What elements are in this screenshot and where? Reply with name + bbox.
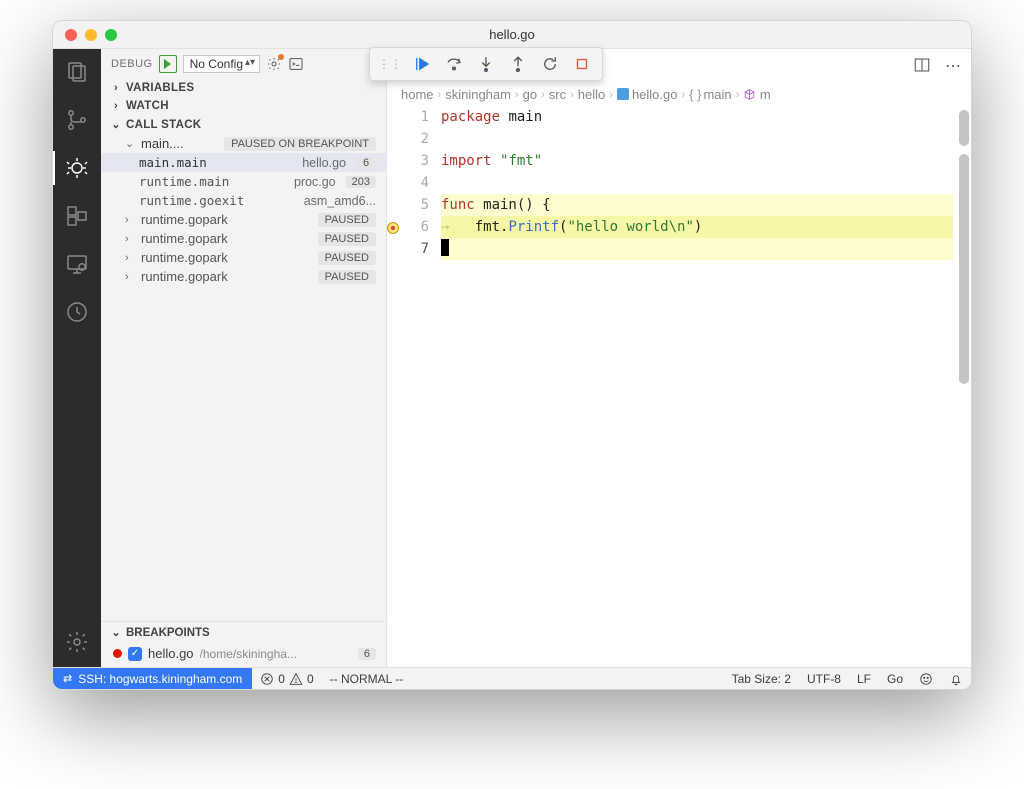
debug-title: DEBUG — [111, 58, 153, 70]
step-out-button[interactable] — [504, 52, 532, 76]
status-bar: ⇄ SSH: hogwarts.kiningham.com 0 0 -- NOR… — [53, 667, 971, 689]
debug-toolbar: ⋮⋮ — [369, 47, 603, 81]
callstack-goroutine[interactable]: ›runtime.goparkPAUSED — [101, 229, 386, 248]
split-editor-icon[interactable] — [913, 56, 931, 77]
source-control-icon[interactable] — [64, 107, 90, 133]
breadcrumb-segment[interactable]: hello.go — [617, 87, 678, 102]
notifications-icon[interactable] — [941, 672, 971, 686]
encoding-indicator[interactable]: UTF-8 — [799, 672, 849, 686]
variables-section-header[interactable]: ›VARIABLES — [101, 79, 386, 97]
explorer-icon[interactable] — [64, 59, 90, 85]
breadcrumb-segment[interactable]: { }main — [689, 87, 731, 102]
callstack-frame[interactable]: runtime.goexitasm_amd6... — [101, 191, 386, 210]
activity-bar — [53, 49, 101, 667]
breadcrumb-segment[interactable]: hello — [578, 87, 605, 102]
breakpoint-checkbox[interactable]: ✓ — [128, 647, 142, 661]
debug-sidebar: DEBUG No Config ▴▾ ›VARIABLES ›WATCH — [101, 49, 387, 667]
close-window-button[interactable] — [65, 29, 77, 41]
language-indicator[interactable]: Go — [879, 672, 911, 686]
breadcrumb-segment[interactable]: src — [549, 87, 566, 102]
editor-more-icon[interactable]: ⋯ — [945, 56, 961, 76]
window-title: hello.go — [489, 27, 535, 42]
toolbar-grip-icon[interactable]: ⋮⋮ — [376, 57, 404, 71]
start-debug-button[interactable] — [159, 55, 177, 73]
extensions-icon[interactable] — [64, 203, 90, 229]
maximize-window-button[interactable] — [105, 29, 117, 41]
callstack-goroutine[interactable]: ›runtime.goparkPAUSED — [101, 267, 386, 286]
step-over-button[interactable] — [440, 52, 468, 76]
debug-config-dropdown[interactable]: No Config ▴▾ — [183, 55, 260, 73]
debug-settings-icon[interactable] — [266, 56, 282, 72]
problems-indicator[interactable]: 0 0 — [252, 672, 321, 686]
callstack-frame[interactable]: main.mainhello.go6 — [101, 153, 386, 172]
callstack-frame[interactable]: runtime.mainproc.go203 — [101, 172, 386, 191]
tab-size-indicator[interactable]: Tab Size: 2 — [724, 672, 799, 686]
watch-section-header[interactable]: ›WATCH — [101, 97, 386, 115]
editor-area: ⋮⋮ — [387, 49, 971, 667]
callstack-goroutine[interactable]: ›runtime.goparkPAUSED — [101, 210, 386, 229]
titlebar: hello.go — [53, 21, 971, 49]
breadcrumb-segment[interactable]: home — [401, 87, 434, 102]
vim-mode-indicator: -- NORMAL -- — [322, 672, 412, 686]
debug-console-icon[interactable] — [288, 56, 304, 72]
breadcrumbs[interactable]: home›skiningham›go›src›hello›hello.go›{ … — [387, 83, 971, 106]
remote-indicator[interactable]: ⇄ SSH: hogwarts.kiningham.com — [53, 668, 252, 689]
timeline-icon[interactable] — [64, 299, 90, 325]
code-editor[interactable]: 1234567 package mainimport "fmt"func mai… — [387, 106, 971, 667]
debug-config-value: No Config — [190, 57, 243, 71]
breakpoint-item[interactable]: ✓ hello.go/home/skiningha...6 — [101, 643, 386, 667]
settings-gear-icon[interactable] — [64, 629, 90, 655]
breakpoint-marker-icon[interactable] — [387, 222, 399, 234]
breadcrumb-segment[interactable]: m — [743, 87, 770, 102]
remote-explorer-icon[interactable] — [64, 251, 90, 277]
stop-button[interactable] — [568, 52, 596, 76]
callstack-section-header[interactable]: ⌄CALL STACK — [101, 115, 386, 134]
restart-button[interactable] — [536, 52, 564, 76]
continue-button[interactable] — [408, 52, 436, 76]
breadcrumb-segment[interactable]: go — [523, 87, 537, 102]
callstack-thread[interactable]: ⌄ main.... PAUSED ON BREAKPOINT — [101, 134, 386, 153]
breakpoint-dot-icon — [113, 649, 122, 658]
app-window: hello.go — [52, 20, 972, 690]
eol-indicator[interactable]: LF — [849, 672, 879, 686]
callstack-goroutine[interactable]: ›runtime.goparkPAUSED — [101, 248, 386, 267]
minimize-window-button[interactable] — [85, 29, 97, 41]
debug-icon[interactable] — [64, 155, 90, 181]
step-into-button[interactable] — [472, 52, 500, 76]
editor-scrollbar[interactable] — [957, 106, 971, 667]
breadcrumb-segment[interactable]: skiningham — [445, 87, 511, 102]
feedback-icon[interactable] — [911, 672, 941, 686]
breakpoints-section-header[interactable]: ⌄BREAKPOINTS — [101, 621, 386, 643]
